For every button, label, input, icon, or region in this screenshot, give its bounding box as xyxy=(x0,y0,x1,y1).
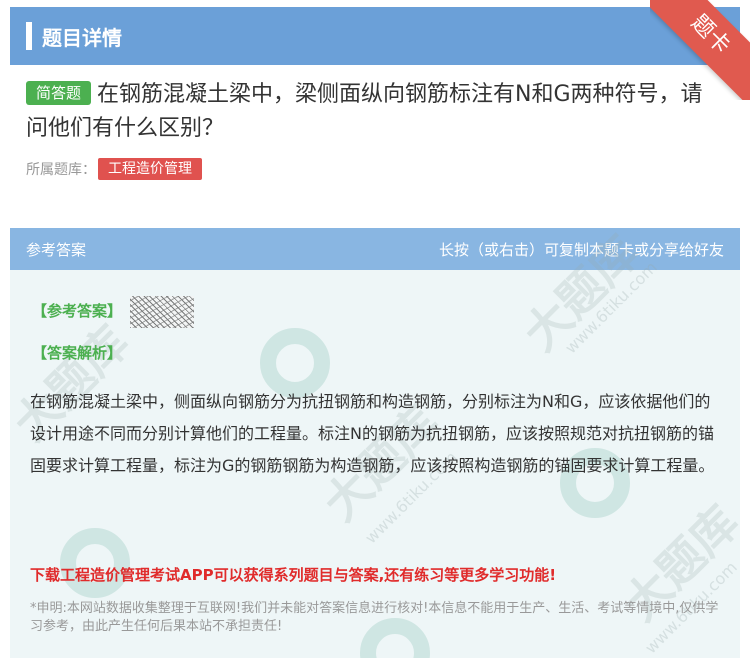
question-type-badge: 简答题 xyxy=(26,81,92,105)
download-app-promo[interactable]: 下载工程造价管理考试APP可以获得系列题目与答案,还有练习等更多学习功能! xyxy=(30,564,720,585)
header-accent-bar xyxy=(26,22,32,50)
analysis-label: 【答案解析】 xyxy=(32,344,123,362)
copy-hint: 长按（或右击）可复制本题卡或分享给好友 xyxy=(438,240,724,259)
answer-header: 参考答案 长按（或右击）可复制本题卡或分享给好友 xyxy=(10,228,740,270)
question-text: 在钢筋混凝土梁中，梁侧面纵向钢筋标注有N和G两种符号，请问他们有什么区别？ xyxy=(26,82,703,141)
reference-answer-label: 【参考答案】 xyxy=(32,302,123,320)
library-row: 所属题库： 工程造价管理 xyxy=(26,158,202,180)
page-header: 题目详情 xyxy=(10,7,740,65)
watermark-url: www.6tiku.com xyxy=(561,257,661,358)
page-title: 题目详情 xyxy=(42,25,122,50)
watermark-logo-icon xyxy=(60,528,130,598)
answer-panel: 参考答案 长按（或右击）可复制本题卡或分享给好友 大题库 大题库 大题库 大题库… xyxy=(10,228,740,658)
question-block: 简答题 在钢筋混凝土梁中，梁侧面纵向钢筋标注有N和G两种符号，请问他们有什么区别？ xyxy=(26,78,716,146)
disclaimer-text: *申明:本网站数据收集整理于互联网!我们并未能对答案信息进行核对!本信息不能用于… xyxy=(30,601,719,634)
answer-header-title: 参考答案 xyxy=(26,240,87,259)
analysis-text: 在钢筋混凝土梁中，侧面纵向钢筋分为抗扭钢筋和构造钢筋，分别标注为N和G，应该依据… xyxy=(30,392,715,475)
library-badge[interactable]: 工程造价管理 xyxy=(98,158,202,180)
reference-answer-image xyxy=(130,296,194,328)
library-label: 所属题库： xyxy=(26,162,96,178)
